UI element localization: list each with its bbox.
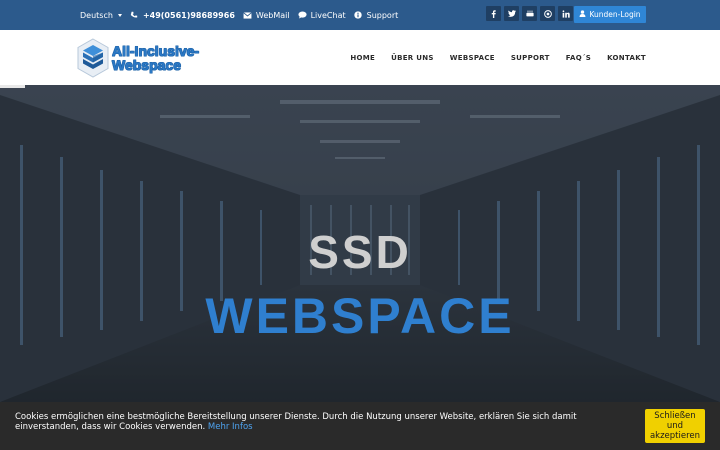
livechat-link[interactable]: LiveChat bbox=[298, 11, 346, 20]
logo-line-1: All-Inclusive- bbox=[112, 43, 200, 59]
phone-icon bbox=[130, 11, 139, 20]
user-icon bbox=[579, 10, 586, 19]
support-link[interactable]: Support bbox=[354, 10, 399, 20]
hero-title-webspace: WEBSPACE bbox=[205, 288, 515, 344]
youtube-icon[interactable] bbox=[522, 6, 537, 21]
site-logo[interactable]: All-Inclusive- Webspace bbox=[76, 38, 199, 78]
accept-cookies-button[interactable]: Schließen und akzeptieren bbox=[645, 409, 705, 443]
language-selector[interactable]: Deutsch bbox=[80, 11, 122, 20]
nav-item-faqs[interactable]: FAQ´S bbox=[566, 54, 591, 62]
livechat-label: LiveChat bbox=[310, 10, 346, 20]
info-icon bbox=[354, 11, 363, 20]
envelope-icon bbox=[243, 11, 252, 20]
logo-line-2: Webspace bbox=[112, 57, 182, 73]
cookie-message: Cookies ermöglichen eine bestmögliche Be… bbox=[15, 412, 625, 432]
support-label: Support bbox=[366, 10, 399, 20]
phone-number: +49(0561)98689966 bbox=[142, 10, 235, 20]
cookie-text: Cookies ermöglichen eine bestmögliche Be… bbox=[15, 412, 577, 432]
main-navbar: All-Inclusive- Webspace HOME ÜBER UNS WE… bbox=[0, 30, 720, 85]
instagram-icon[interactable] bbox=[540, 6, 555, 21]
customer-login-button[interactable]: Kunden-Login bbox=[574, 6, 646, 23]
cube-logo-icon bbox=[77, 38, 109, 78]
webmail-label: WebMail bbox=[255, 10, 290, 20]
phone-link[interactable]: +49(0561)98689966 bbox=[130, 11, 235, 20]
logo-wordmark: All-Inclusive- Webspace bbox=[112, 43, 200, 73]
nav-item-webspace[interactable]: WEBSPACE bbox=[450, 54, 495, 62]
language-label: Deutsch bbox=[80, 10, 113, 20]
chevron-down-icon bbox=[117, 13, 122, 17]
chat-bubble-icon bbox=[298, 11, 307, 20]
nav-item-support[interactable]: SUPPORT bbox=[511, 54, 550, 62]
social-links bbox=[486, 6, 573, 21]
nav-item-home[interactable]: HOME bbox=[350, 54, 375, 62]
nav-item-ueber-uns[interactable]: ÜBER UNS bbox=[391, 54, 434, 62]
hero-banner: SSD WEBSPACE bbox=[0, 85, 720, 402]
main-menu: HOME ÜBER UNS WEBSPACE SUPPORT FAQ´S KON… bbox=[350, 30, 646, 85]
top-bar: Deutsch +49(0561)98689966 WebMail LiveCh… bbox=[0, 0, 720, 30]
twitter-icon[interactable] bbox=[504, 6, 519, 21]
slider-indicator bbox=[0, 85, 25, 88]
login-label: Kunden-Login bbox=[589, 10, 641, 19]
hero-title-ssd: SSD bbox=[308, 226, 412, 278]
more-info-link[interactable]: Mehr Infos bbox=[208, 422, 253, 432]
nav-item-kontakt[interactable]: KONTAKT bbox=[607, 54, 646, 62]
linkedin-icon[interactable] bbox=[558, 6, 573, 21]
webmail-link[interactable]: WebMail bbox=[243, 11, 290, 20]
facebook-icon[interactable] bbox=[486, 6, 501, 21]
cookie-banner: Cookies ermöglichen eine bestmögliche Be… bbox=[0, 402, 720, 450]
